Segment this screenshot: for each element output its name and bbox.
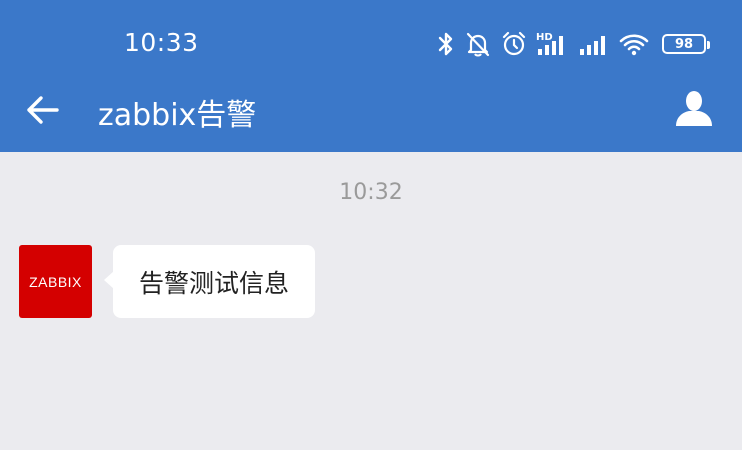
battery-level: 98 [674, 36, 694, 52]
wifi-icon [619, 34, 649, 56]
bluetooth-icon [438, 32, 453, 56]
avatar[interactable]: ZABBIX [19, 245, 92, 318]
hd-signal-icon: HD [536, 32, 563, 55]
message-bubble[interactable]: 告警测试信息 [103, 245, 316, 318]
back-arrow-icon [27, 96, 59, 124]
status-icons: HD 98 [436, 28, 710, 60]
bell-muted-icon [466, 32, 490, 57]
app-header: 10:33 HD 98 zabbix告警 [0, 0, 742, 152]
chat-area[interactable]: 10:32 ZABBIX 告警测试信息 [0, 152, 742, 450]
avatar-text: ZABBIX [29, 273, 82, 290]
svg-text:HD: HD [536, 32, 553, 43]
back-button[interactable] [20, 88, 64, 132]
nav-bar: zabbix告警 [0, 80, 742, 152]
page-title: zabbix告警 [98, 98, 257, 133]
message-timestamp: 10:32 [339, 180, 403, 205]
person-icon [676, 91, 712, 126]
alarm-icon [502, 31, 526, 56]
status-time: 10:33 [124, 28, 199, 57]
profile-button[interactable] [672, 86, 716, 130]
battery-icon: 98 [662, 34, 710, 54]
signal-icon [580, 36, 605, 55]
status-bar: 10:33 HD 98 [0, 0, 742, 80]
